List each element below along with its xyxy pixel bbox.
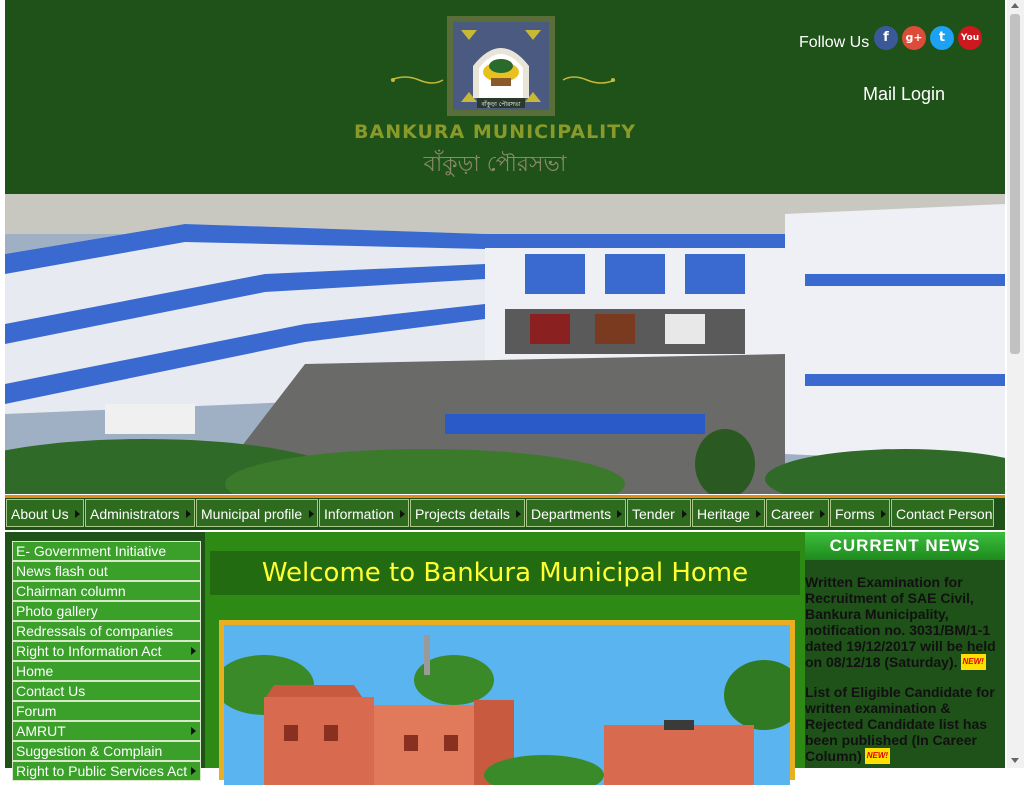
submenu-arrow-icon <box>617 510 622 518</box>
sidebar-item-suggestion-complain[interactable]: Suggestion & Complain <box>12 741 201 761</box>
nav-forms[interactable]: Forms <box>830 499 890 527</box>
new-badge-icon: NEW! <box>864 748 891 764</box>
scroll-up-arrow-icon[interactable] <box>1011 3 1019 8</box>
submenu-arrow-icon <box>186 510 191 518</box>
news-item[interactable]: List of Eligible Candidate for written e… <box>805 684 1001 764</box>
twitter-icon[interactable]: t <box>930 26 954 50</box>
submenu-arrow-icon <box>756 510 761 518</box>
nav-municipal-profile[interactable]: Municipal profile <box>196 499 318 527</box>
submenu-arrow-icon <box>881 510 886 518</box>
new-badge-icon: NEW! <box>960 654 986 670</box>
nav-about-us[interactable]: About Us <box>6 499 84 527</box>
svg-text:বাঁকুড়া পৌরসভা: বাঁকুড়া পৌরসভা <box>481 100 521 108</box>
page-scrollbar[interactable] <box>1007 0 1024 768</box>
submenu-arrow-icon <box>516 510 521 518</box>
nav-label: Heritage <box>697 506 750 522</box>
sidebar-item-label: Right to Public Services Act <box>16 763 188 779</box>
nav-information[interactable]: Information <box>319 499 409 527</box>
current-news-panel: CURRENT NEWS Written Examination for Rec… <box>805 532 1005 768</box>
nav-label: Administrators <box>90 506 180 522</box>
sidebar-item-e-government[interactable]: E- Government Initiative <box>12 541 201 561</box>
sidebar-item-label: AMRUT <box>16 723 66 739</box>
nav-contact-person[interactable]: Contact Person <box>891 499 994 527</box>
sidebar-item-label: Suggestion & Complain <box>16 743 163 759</box>
current-news-heading: CURRENT NEWS <box>805 532 1005 560</box>
sidebar-item-redressals[interactable]: Redressals of companies <box>12 621 201 641</box>
mail-login-link[interactable]: Mail Login <box>863 84 945 105</box>
featured-photo-frame <box>219 620 795 785</box>
nav-label: Tender <box>632 506 675 522</box>
municipality-logo-emblem[interactable]: বাঁকুড়া পৌরসভা <box>447 16 555 116</box>
site-header: বাঁকুড়া পৌরসভা BANKURA MUNICIPALITY বাঁ… <box>5 0 1005 194</box>
logo-ornament-left <box>390 76 444 84</box>
page: বাঁকুড়া পৌরসভা BANKURA MUNICIPALITY বাঁ… <box>5 0 1005 785</box>
submenu-arrow-icon <box>309 510 314 518</box>
main-content: Welcome to Bankura Municipal Home <box>205 532 805 785</box>
nav-label: About Us <box>11 506 69 522</box>
sidebar-item-label: Home <box>16 663 54 679</box>
sidebar-item-contact-us[interactable]: Contact Us <box>12 681 201 701</box>
nav-label: Career <box>771 506 814 522</box>
main-navigation: About Us Administrators Municipal profil… <box>5 498 1005 530</box>
sidebar-item-forum[interactable]: Forum <box>12 701 201 721</box>
google-plus-icon[interactable]: g+ <box>902 26 926 50</box>
nav-label: Forms <box>835 506 875 522</box>
sidebar-item-label: E- Government Initiative <box>16 543 167 559</box>
welcome-heading: Welcome to Bankura Municipal Home <box>210 551 800 595</box>
sidebar-item-chairman-column[interactable]: Chairman column <box>12 581 201 601</box>
logo-title: BANKURA MUNICIPALITY <box>354 121 636 143</box>
nav-label: Contact Person <box>896 506 993 522</box>
news-list: Written Examination for Recruitment of S… <box>805 574 1001 778</box>
submenu-arrow-icon <box>191 767 196 775</box>
sidebar-item-label: Right to Information Act <box>16 643 162 659</box>
sidebar-menu: E- Government Initiative News flash out … <box>5 532 205 781</box>
sidebar-item-rti[interactable]: Right to Information Act <box>12 641 201 661</box>
news-item[interactable]: Written Examination for Recruitment of S… <box>805 574 1001 670</box>
sidebar-item-label: Forum <box>16 703 57 719</box>
submenu-arrow-icon <box>400 510 405 518</box>
sidebar-item-amrut[interactable]: AMRUT <box>12 721 201 741</box>
nav-label: Departments <box>531 506 612 522</box>
nav-heritage[interactable]: Heritage <box>692 499 765 527</box>
scrollbar-thumb[interactable] <box>1010 14 1020 354</box>
youtube-icon[interactable]: You <box>958 26 982 50</box>
sidebar-item-photo-gallery[interactable]: Photo gallery <box>12 601 201 621</box>
news-item-text: List of Eligible Candidate for written e… <box>805 684 995 764</box>
follow-us-label: Follow Us <box>799 34 870 51</box>
sidebar-item-label: Contact Us <box>16 683 86 699</box>
submenu-arrow-icon <box>820 510 825 518</box>
sidebar-item-label: Chairman column <box>16 583 126 599</box>
submenu-arrow-icon <box>75 510 80 518</box>
nav-label: Information <box>324 506 395 522</box>
sidebar-item-news-flash[interactable]: News flash out <box>12 561 201 581</box>
logo-subtitle-bengali: বাঁকুড়া পৌরসভা <box>423 152 567 177</box>
sidebar-item-label: Photo gallery <box>16 603 98 619</box>
sidebar-item-label: News flash out <box>16 563 108 579</box>
nav-projects-details[interactable]: Projects details <box>410 499 525 527</box>
banner-image-municipal-building <box>5 194 1005 494</box>
facebook-icon[interactable]: f <box>874 26 898 50</box>
submenu-arrow-icon <box>191 727 196 735</box>
sidebar-item-home[interactable]: Home <box>12 661 201 681</box>
nav-label: Municipal profile <box>201 506 303 522</box>
nav-career[interactable]: Career <box>766 499 829 527</box>
scroll-down-arrow-icon[interactable] <box>1011 758 1019 763</box>
nav-label: Projects details <box>415 506 510 522</box>
sidebar-item-label: Redressals of companies <box>16 623 174 639</box>
nav-administrators[interactable]: Administrators <box>85 499 195 527</box>
featured-photo-municipal-building <box>224 625 790 785</box>
logo-ornament-right <box>562 76 616 84</box>
nav-tender[interactable]: Tender <box>627 499 691 527</box>
submenu-arrow-icon <box>191 647 196 655</box>
submenu-arrow-icon <box>682 510 687 518</box>
nav-departments[interactable]: Departments <box>526 499 626 527</box>
sidebar-item-public-services-act[interactable]: Right to Public Services Act <box>12 761 201 781</box>
